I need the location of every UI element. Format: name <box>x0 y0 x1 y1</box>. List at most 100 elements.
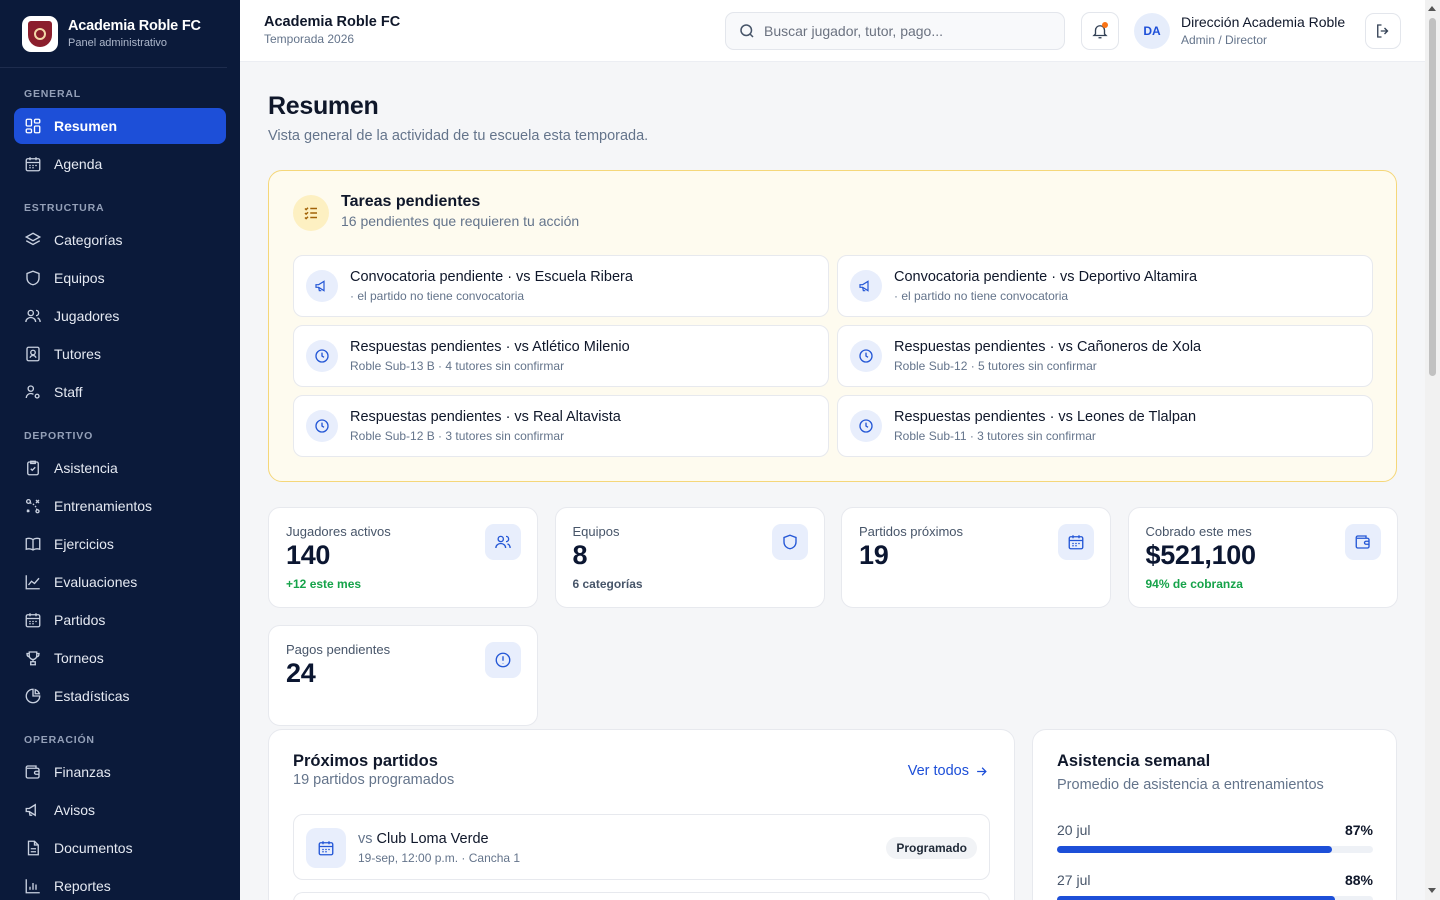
task-item[interactable]: Convocatoria pendiente · vs Deportivo Al… <box>837 255 1373 317</box>
page-subtitle: Vista general de la actividad de tu escu… <box>268 128 649 144</box>
attendance-date: 27 jul <box>1057 872 1091 888</box>
layers-icon <box>24 231 42 249</box>
sidebar-item-agenda[interactable]: Agenda <box>14 146 226 182</box>
stat-note: +12 este mes <box>286 577 362 591</box>
stat-card-equipos: Equipos 8 6 categorías <box>554 507 825 608</box>
chart-line-icon <box>24 573 42 591</box>
user-cog-icon <box>24 383 42 401</box>
clipboard-check-icon <box>24 459 42 477</box>
stat-card-jugadores-activos: Jugadores activos 140 +12 este mes <box>268 507 538 608</box>
task-title: Respuestas pendientes · vs Real Altavist… <box>350 409 621 425</box>
grid-icon <box>24 117 42 135</box>
sidebar-item-jugadores[interactable]: Jugadores <box>14 298 226 334</box>
brand[interactable]: Academia Roble FC Panel administrativo <box>0 0 227 68</box>
header-title: Academia Roble FC <box>264 14 401 30</box>
attendance-percent: 87% <box>1344 822 1373 838</box>
sidebar-item-label: Finanzas <box>54 764 111 780</box>
stat-label: Cobrado este mes <box>1145 524 1252 539</box>
scroll-thumb[interactable] <box>1429 18 1436 376</box>
scroll-up-arrow[interactable] <box>1428 6 1436 11</box>
task-detail: · el partido no tiene convocatoria <box>350 289 525 303</box>
top-header: Academia Roble FC Temporada 2026 DA Dire… <box>240 0 1425 62</box>
task-detail: Roble Sub-13 B · 4 tutores sin confirmar <box>350 359 565 373</box>
sidebar-item-torneos[interactable]: Torneos <box>14 640 226 676</box>
task-title: Respuestas pendientes · vs Atlético Mile… <box>350 339 630 355</box>
sidebar-item-label: Resumen <box>54 118 118 134</box>
task-item[interactable]: Convocatoria pendiente · vs Escuela Ribe… <box>293 255 829 317</box>
sidebar-section-label: OPERACIÓN <box>24 734 95 746</box>
clock-icon <box>858 348 874 364</box>
scroll-down-arrow[interactable] <box>1428 888 1436 893</box>
sidebar-item-estadisticas[interactable]: Estadísticas <box>14 678 226 714</box>
search-input[interactable] <box>764 23 1044 39</box>
logout-icon <box>1374 22 1392 40</box>
stat-note: 6 categorías <box>572 577 643 591</box>
sidebar-item-ejercicios[interactable]: Ejercicios <box>14 526 226 562</box>
page-scrollbar[interactable] <box>1425 0 1440 900</box>
checklist-icon <box>293 195 329 231</box>
stat-note: 94% de cobranza <box>1145 577 1243 591</box>
see-all-matches-link[interactable]: Ver todos <box>908 763 989 779</box>
sidebar-item-equipos[interactable]: Equipos <box>14 260 226 296</box>
notifications-button[interactable] <box>1081 12 1119 50</box>
notification-dot <box>1102 22 1108 28</box>
sidebar-item-evaluaciones[interactable]: Evaluaciones <box>14 564 226 600</box>
brand-subtitle: Panel administrativo <box>68 37 168 49</box>
attendance-bar-track <box>1057 846 1373 853</box>
matches-title: Próximos partidos <box>293 752 438 770</box>
stat-card-pagos-pendientes: Pagos pendientes 24 <box>268 625 538 726</box>
logout-button[interactable] <box>1365 13 1401 49</box>
sidebar-item-entrenamientos[interactable]: Entrenamientos <box>14 488 226 524</box>
sidebar-item-asistencia[interactable]: Asistencia <box>14 450 226 486</box>
megaphone-icon <box>858 278 874 294</box>
sidebar-item-resumen[interactable]: Resumen <box>14 108 226 144</box>
attendance-title: Asistencia semanal <box>1057 752 1211 770</box>
alert-circle-icon <box>494 651 512 669</box>
pending-tasks-panel: Tareas pendientes 16 pendientes que requ… <box>268 170 1397 482</box>
users-icon <box>24 307 42 325</box>
user-name: Dirección Academia Roble <box>1181 14 1346 30</box>
match-detail: 19-sep, 12:00 p.m. · Cancha 1 <box>358 851 521 865</box>
main-content: Resumen Vista general de la actividad de… <box>240 62 1425 900</box>
search-box[interactable] <box>725 12 1065 50</box>
stat-value: 24 <box>286 658 316 688</box>
task-item[interactable]: Respuestas pendientes · vs Cañoneros de … <box>837 325 1373 387</box>
match-item[interactable]: vs Club Loma Verde 19-sep, 12:00 p.m. · … <box>293 814 990 880</box>
task-detail: Roble Sub-12 B · 3 tutores sin confirmar <box>350 429 565 443</box>
sidebar-item-partidos[interactable]: Partidos <box>14 602 226 638</box>
weekly-attendance-card: Asistencia semanal Promedio de asistenci… <box>1032 729 1397 900</box>
brand-title: Academia Roble FC <box>68 18 201 34</box>
clock-icon <box>314 348 330 364</box>
sidebar-item-finanzas[interactable]: Finanzas <box>14 754 226 790</box>
sidebar-item-reportes[interactable]: Reportes <box>14 868 226 900</box>
match-vs: vs <box>358 831 373 847</box>
sidebar-item-label: Evaluaciones <box>54 574 138 590</box>
calendar-icon <box>24 155 42 173</box>
attendance-percent: 88% <box>1344 872 1373 888</box>
sidebar-item-tutores[interactable]: Tutores <box>14 336 226 372</box>
task-item[interactable]: Respuestas pendientes · vs Real Altavist… <box>293 395 829 457</box>
trophy-icon <box>24 649 42 667</box>
sidebar-item-label: Staff <box>54 384 83 400</box>
task-item[interactable]: Respuestas pendientes · vs Leones de Tla… <box>837 395 1373 457</box>
stat-value: 140 <box>286 540 331 570</box>
match-item[interactable] <box>293 892 990 900</box>
task-item[interactable]: Respuestas pendientes · vs Atlético Mile… <box>293 325 829 387</box>
sidebar-item-avisos[interactable]: Avisos <box>14 792 226 828</box>
sidebar-item-label: Avisos <box>54 802 95 818</box>
avatar[interactable]: DA <box>1134 13 1170 49</box>
attendance-bar-track <box>1057 896 1373 900</box>
calendar-icon <box>1067 533 1085 551</box>
sidebar-item-label: Categorías <box>54 232 123 248</box>
sidebar-item-staff[interactable]: Staff <box>14 374 226 410</box>
sidebar-item-label: Agenda <box>54 156 103 172</box>
sidebar: Academia Roble FC Panel administrativo G… <box>0 0 240 900</box>
tasks-subtitle: 16 pendientes que requieren tu acción <box>341 213 580 229</box>
sidebar-item-label: Documentos <box>54 840 133 856</box>
sidebar-item-label: Tutores <box>54 346 101 362</box>
stat-card-cobrado-este-mes: Cobrado este mes $521,100 94% de cobranza <box>1127 507 1398 608</box>
task-detail: Roble Sub-11 · 3 tutores sin confirmar <box>894 429 1096 443</box>
sidebar-item-documentos[interactable]: Documentos <box>14 830 226 866</box>
sidebar-item-categorias[interactable]: Categorías <box>14 222 226 258</box>
stat-label: Jugadores activos <box>286 524 391 539</box>
